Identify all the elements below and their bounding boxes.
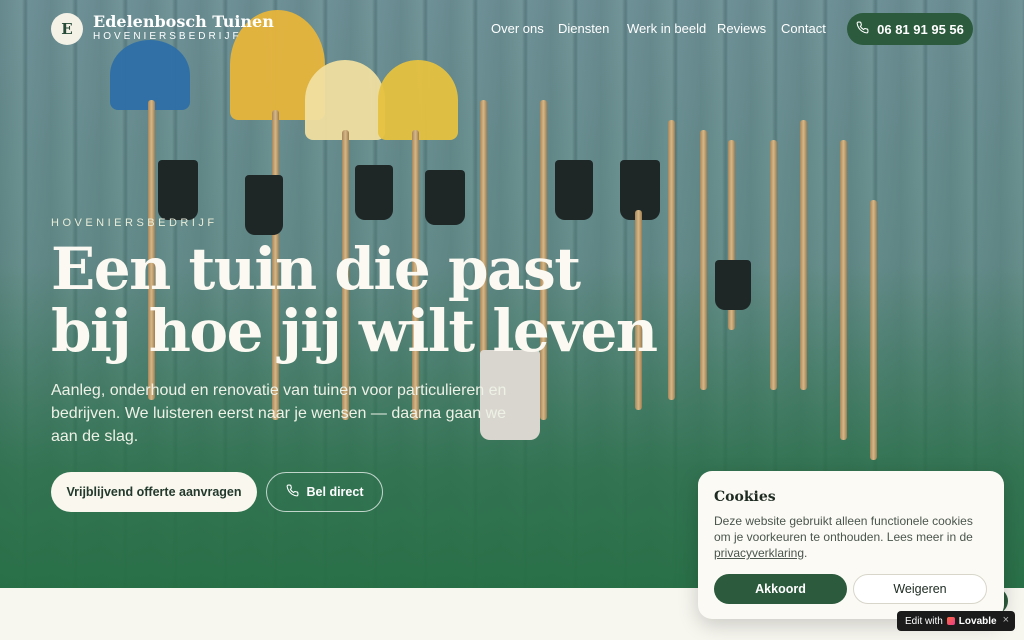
edit-with-lovable-badge[interactable]: Edit with Lovable × xyxy=(897,611,1015,631)
phone-icon xyxy=(856,21,869,37)
cookie-text: Deze website gebruikt alleen functionele… xyxy=(714,514,973,560)
hero-lead: Aanleg, onderhoud en renovatie van tuine… xyxy=(51,382,507,445)
phone-icon xyxy=(286,484,299,500)
top-navigation: E Edelenbosch Tuinen HOVENIERSBEDRIJF Ov… xyxy=(0,0,1024,58)
nav-link-contact[interactable]: Contact xyxy=(781,21,826,36)
nav-link-diensten[interactable]: Diensten xyxy=(558,21,609,36)
cookie-decline-button[interactable]: Weigeren xyxy=(853,574,987,604)
hero-headline: Een tuin die past bij hoe jij wilt leven xyxy=(51,235,658,365)
nav-link-over-ons[interactable]: Over ons xyxy=(491,21,544,36)
call-now-button[interactable]: Bel direct xyxy=(266,472,383,512)
call-now-label: Bel direct xyxy=(306,485,364,499)
lovable-heart-icon xyxy=(946,617,955,625)
privacy-link[interactable]: privacyverklaring xyxy=(714,546,804,560)
cookie-accept-button[interactable]: Akkoord xyxy=(714,574,847,604)
phone-button[interactable]: 06 81 91 95 56 xyxy=(847,13,973,45)
brand-subtitle: HOVENIERSBEDRIJF xyxy=(93,31,242,42)
cookie-title: Cookies xyxy=(714,489,776,505)
logo-badge[interactable]: E xyxy=(51,13,83,45)
phone-number: 06 81 91 95 56 xyxy=(877,21,964,37)
cookie-banner: Cookies Deze website gebruikt alleen fun… xyxy=(698,471,1004,619)
nav-link-werk-in-beeld[interactable]: Werk in beeld xyxy=(627,21,706,36)
quote-request-button[interactable]: Vrijblijvend offerte aanvragen xyxy=(51,472,257,512)
brand-name[interactable]: Edelenbosch Tuinen xyxy=(93,12,274,31)
edit-with-label: Edit with xyxy=(905,615,943,627)
nav-link-reviews[interactable]: Reviews xyxy=(717,21,766,36)
lovable-brand: Lovable xyxy=(958,615,997,627)
hero-eyebrow: HOVENIERSBEDRIJF xyxy=(51,217,218,229)
close-icon[interactable]: × xyxy=(1003,614,1009,626)
